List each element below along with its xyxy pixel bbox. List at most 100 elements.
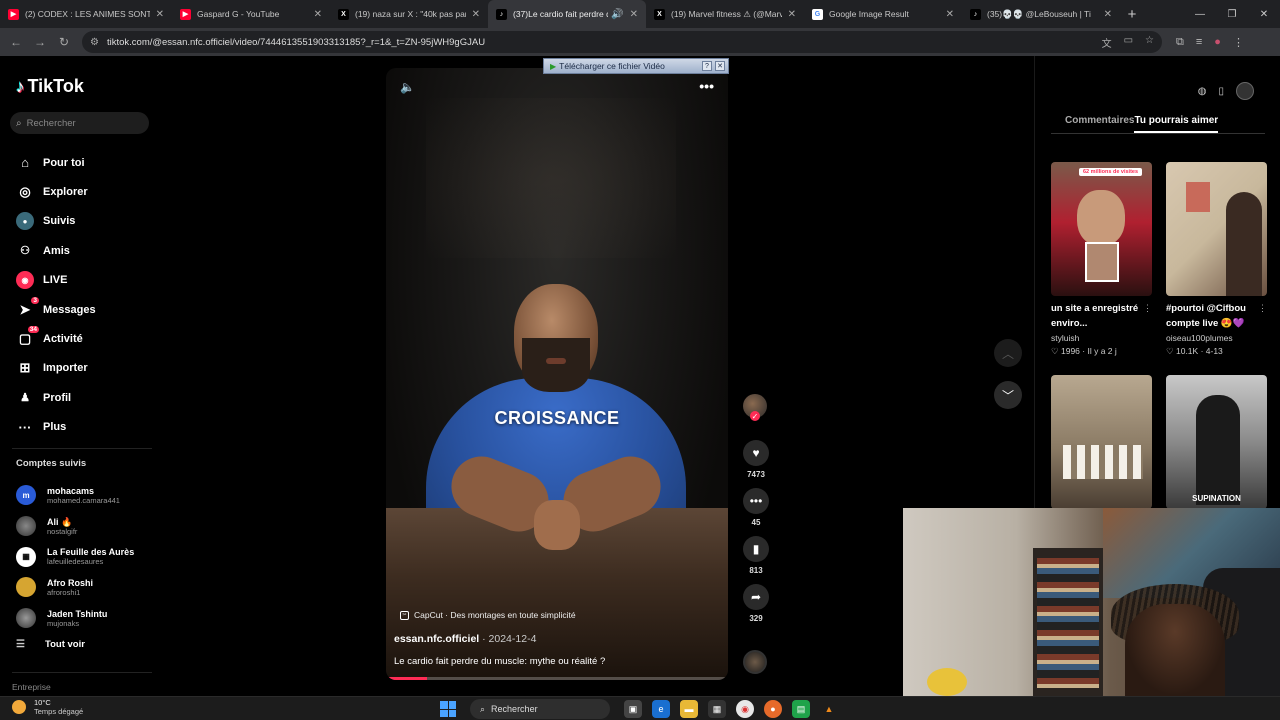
close-tab-icon[interactable]: ✕ — [788, 9, 796, 20]
video-progress-bar[interactable] — [386, 677, 728, 680]
nav-item-activite[interactable]: ▢ 34 Activité — [16, 324, 96, 353]
firefox-icon[interactable]: ● — [764, 700, 782, 718]
vlc-icon[interactable]: ▲ — [820, 700, 838, 718]
maximize-icon[interactable]: ❐ — [1216, 0, 1248, 28]
app-icon[interactable]: ▤ — [792, 700, 810, 718]
suggested-video-card[interactable]: SUPINATION — [1166, 375, 1267, 509]
more-options-icon[interactable]: ••• — [699, 78, 714, 94]
video-thumbnail: 62 millions de visites — [1051, 162, 1152, 296]
see-all-button[interactable]: ☰ Tout voir — [16, 639, 85, 650]
account-name: Ali 🔥 — [47, 516, 73, 527]
card-more-icon[interactable]: ⋮ — [1143, 303, 1152, 314]
suggested-video-card[interactable]: 62 millions de visites un site a enregis… — [1051, 162, 1152, 357]
following-account[interactable]: Jaden Tshintu mujonaks — [16, 603, 134, 634]
task-view-icon[interactable]: ▣ — [624, 700, 642, 718]
forward-icon[interactable]: → — [28, 30, 52, 54]
chrome-menu-icon[interactable]: ⋮ — [1233, 36, 1244, 49]
close-tab-icon[interactable]: ✕ — [1104, 9, 1112, 20]
browser-tab[interactable]: X (19) Marvel fitness ⚠ (@Marve ✕ — [646, 0, 804, 28]
browser-tab-active[interactable]: ♪ (37)Le cardio fait perdre du 🔊 ✕ — [488, 0, 646, 28]
suggested-video-card[interactable]: #pourtoi @Cifbou compte live 😍💜 oiseau10… — [1166, 162, 1267, 357]
nav-item-profil[interactable]: ♟ Profil — [16, 383, 96, 412]
user-avatar[interactable] — [1236, 82, 1254, 100]
capcut-tag[interactable]: ✂ CapCut · Des montages en toute simplic… — [400, 610, 576, 620]
translate-icon[interactable]: 文 — [1102, 35, 1112, 50]
suggested-video-card[interactable] — [1051, 375, 1152, 509]
tab-comments[interactable]: Commentaires — [1065, 115, 1134, 133]
profile-icon[interactable]: ● — [1214, 36, 1221, 49]
browser-tab[interactable]: ▶ (2) CODEX : LES ANIMES SONT ✕ — [0, 0, 172, 28]
back-icon[interactable]: ← — [4, 30, 28, 54]
weather-widget[interactable]: 10°C Temps dégagé — [12, 698, 83, 716]
next-video-button[interactable]: ﹀ — [994, 381, 1022, 409]
video-author[interactable]: essan.nfc.officiel · 2024-12-4 — [394, 633, 536, 645]
search-input[interactable]: ⌕ Rechercher — [10, 112, 149, 134]
close-tab-icon[interactable]: ✕ — [946, 9, 954, 20]
author-avatar[interactable]: ✓ — [743, 394, 767, 421]
compass-icon[interactable]: ◍ — [1198, 86, 1207, 97]
cast-icon[interactable]: ▭ — [1124, 35, 1133, 50]
avatar: m — [16, 485, 36, 506]
like-button[interactable]: ♥ 7473 — [738, 440, 774, 479]
browser-tab[interactable]: ▶ Gaspard G - YouTube ✕ — [172, 0, 330, 28]
following-title: Comptes suivis — [16, 458, 87, 469]
following-account[interactable]: m mohacams mohamed.camara441 — [16, 480, 134, 511]
nav-item-amis[interactable]: ⚇ Amis — [16, 236, 96, 265]
new-tab-button[interactable]: + — [1120, 0, 1144, 28]
tiktok-logo[interactable]: ♪ TikTok — [16, 76, 84, 97]
extensions-icon[interactable]: ⧉ — [1176, 36, 1184, 49]
follow-plus-icon[interactable]: ✓ — [750, 411, 760, 421]
reload-icon[interactable]: ↻ — [52, 30, 76, 54]
nav-item-suivis[interactable]: ● Suivis — [16, 207, 96, 236]
google-favicon-icon: G — [812, 8, 823, 20]
windows-start-icon[interactable] — [440, 701, 456, 717]
music-disc-icon[interactable] — [743, 650, 767, 674]
following-account[interactable]: ▦ La Feuille des Aurès lafeuilledesaures — [16, 541, 134, 572]
card-more-icon[interactable]: ⋮ — [1258, 303, 1267, 314]
minimize-icon[interactable]: — — [1184, 0, 1216, 28]
download-video-bar[interactable]: ▶ Télécharger ce fichier Vidéo ? ✕ — [543, 58, 729, 74]
store-icon[interactable]: ▦ — [708, 700, 726, 718]
volume-icon[interactable]: 🔈 — [400, 80, 415, 94]
chrome-icon[interactable]: ◉ — [736, 700, 754, 718]
heart-icon: ♥ — [743, 440, 769, 466]
site-info-icon[interactable]: ⚙ — [90, 37, 99, 48]
nav-item-pour-toi[interactable]: ⌂ Pour toi — [16, 148, 96, 177]
nav-item-messages[interactable]: ➤ 3 Messages — [16, 295, 96, 324]
card-meta: ♡ 10.1K · 4-13 — [1166, 346, 1223, 356]
close-icon[interactable]: ✕ — [715, 61, 725, 71]
browser-tab[interactable]: X (19) naza sur X : "40k pas par j ✕ — [330, 0, 488, 28]
browser-tab[interactable]: G Google Image Result ✕ — [804, 0, 962, 28]
nav-item-importer[interactable]: ⊞ Importer — [16, 354, 96, 383]
nav-item-live[interactable]: ◉ LIVE — [16, 266, 96, 295]
close-tab-icon[interactable]: ✕ — [630, 9, 638, 20]
comment-button[interactable]: ••• 45 — [738, 488, 774, 527]
bookmark-star-icon[interactable]: ☆ — [1145, 35, 1154, 50]
close-tab-icon[interactable]: ✕ — [314, 9, 322, 20]
tab-search-icon[interactable]: ≡ — [1196, 36, 1202, 49]
close-tab-icon[interactable]: ✕ — [472, 9, 480, 20]
taskbar-search[interactable]: ⌕ Rechercher — [470, 699, 610, 719]
address-bar[interactable]: ⚙ tiktok.com/@essan.nfc.officiel/video/7… — [82, 31, 1162, 53]
previous-video-button[interactable]: ︿ — [994, 339, 1022, 367]
device-icon[interactable]: ▯ — [1218, 86, 1224, 97]
video-player[interactable]: CROISSANCE 🔈 ••• ✂ CapCut · Des montages… — [386, 68, 728, 680]
help-icon[interactable]: ? — [702, 61, 712, 71]
share-button[interactable]: ➦ 329 — [738, 584, 774, 623]
file-explorer-icon[interactable]: ▬ — [680, 700, 698, 718]
following-account[interactable]: Afro Roshi afroroshi1 — [16, 572, 134, 603]
browser-toolbar: ← → ↻ ⚙ tiktok.com/@essan.nfc.officiel/v… — [0, 28, 1280, 56]
save-button[interactable]: ▮ 813 — [738, 536, 774, 575]
following-account[interactable]: Ali 🔥 nostalgifr — [16, 511, 134, 542]
nav-item-explorer[interactable]: ◎ Explorer — [16, 177, 96, 206]
close-tab-icon[interactable]: ✕ — [156, 9, 164, 20]
following-list: m mohacams mohamed.camara441 Ali 🔥 nostalg… — [16, 480, 134, 633]
account-handle: mujonaks — [47, 618, 80, 628]
chevron-up-icon: ︿ — [1001, 346, 1014, 361]
close-window-icon[interactable]: ✕ — [1248, 0, 1280, 28]
browser-tab[interactable]: ♪ (35)💀💀 @LeBouseuh | Ti ✕ — [962, 0, 1120, 28]
tab-suggested[interactable]: Tu pourrais aimer — [1134, 115, 1219, 133]
edge-icon[interactable]: e — [652, 700, 670, 718]
speaker-icon[interactable]: 🔊 — [611, 9, 623, 20]
nav-item-plus[interactable]: ··· Plus — [16, 413, 96, 442]
